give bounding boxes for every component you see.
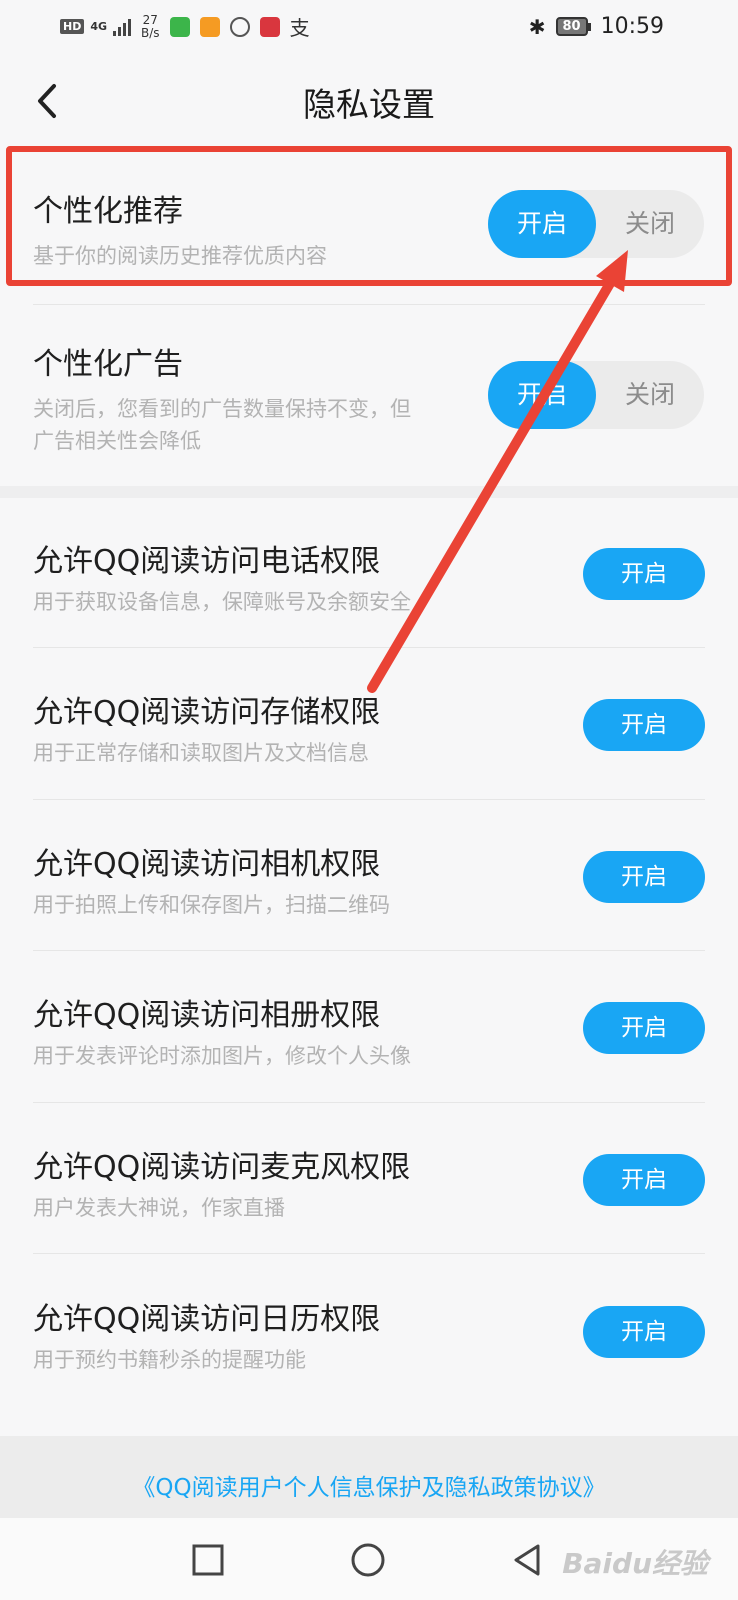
ads-off-option[interactable]: 关闭 <box>596 361 704 429</box>
permission-row-phone: 允许QQ阅读访问电话权限 用于获取设备信息，保障账号及余额安全 开启 <box>0 498 738 648</box>
storage-permission-button[interactable]: 开启 <box>583 699 705 751</box>
setting-description-line: 广告相关性会降低 <box>33 429 201 453</box>
permission-title: 允许QQ阅读访问相机权限 <box>33 847 381 882</box>
home-button[interactable] <box>346 1538 390 1582</box>
divider <box>33 799 705 800</box>
calendar-permission-button[interactable]: 开启 <box>583 1306 705 1358</box>
divider <box>33 1253 705 1254</box>
setting-title: 个性化广告 <box>33 347 183 382</box>
setting-row-personalized-ads: 个性化广告 关闭后，您看到的广告数量保持不变，但 广告相关性会降低 开启 关闭 <box>0 305 738 485</box>
permission-title: 允许QQ阅读访问麦克风权限 <box>33 1150 411 1185</box>
video-app-icon <box>199 16 220 37</box>
status-right: ✱ 80 10:59 <box>529 14 664 39</box>
permission-row-album: 允许QQ阅读访问相册权限 用于发表评论时添加图片，修改个人头像 开启 <box>0 952 738 1102</box>
square-icon <box>192 1544 224 1576</box>
permission-description: 用于预约书籍秒杀的提醒功能 <box>33 1348 306 1372</box>
triangle-back-icon <box>514 1544 540 1576</box>
section-separator <box>0 486 738 498</box>
permission-title: 允许QQ阅读访问相册权限 <box>33 998 381 1033</box>
status-bar: HD 4G 27 B/s 支 ✱ 80 10:59 <box>0 0 738 56</box>
permission-row-camera: 允许QQ阅读访问相机权限 用于拍照上传和保存图片，扫描二维码 开启 <box>0 801 738 951</box>
permission-description: 用于获取设备信息，保障账号及余额安全 <box>33 590 411 614</box>
status-left: HD 4G 27 B/s 支 <box>60 12 310 41</box>
header-bar: 隐私设置 <box>0 62 738 142</box>
clock: 10:59 <box>600 14 664 39</box>
bluetooth-icon: ✱ <box>528 14 546 39</box>
network-type: 4G <box>90 20 108 33</box>
album-permission-button[interactable]: 开启 <box>583 1002 705 1054</box>
back-nav-button[interactable] <box>506 1538 550 1582</box>
hd-badge: HD <box>60 19 85 34</box>
app-notification-icon <box>169 16 190 37</box>
annotation-highlight-box <box>6 146 732 286</box>
ads-on-option[interactable]: 开启 <box>488 361 596 429</box>
permission-title: 允许QQ阅读访问存储权限 <box>33 695 381 730</box>
phone-permission-button[interactable]: 开启 <box>583 548 705 600</box>
battery-icon: 80 <box>555 17 591 36</box>
permission-row-storage: 允许QQ阅读访问存储权限 用于正常存储和读取图片及文档信息 开启 <box>0 649 738 799</box>
signal-icon <box>113 18 132 36</box>
ads-toggle: 开启 关闭 <box>488 361 704 429</box>
permission-row-microphone: 允许QQ阅读访问麦克风权限 用户发表大神说，作家直播 开启 <box>0 1104 738 1254</box>
network-speed: 27 B/s <box>141 12 160 40</box>
battery-level: 80 <box>555 17 588 36</box>
permission-title: 允许QQ阅读访问日历权限 <box>33 1302 381 1337</box>
speed-value: 27 <box>142 12 158 27</box>
permission-description: 用于正常存储和读取图片及文档信息 <box>33 741 369 765</box>
recent-apps-button[interactable] <box>186 1538 230 1582</box>
setting-description-line: 关闭后，您看到的广告数量保持不变，但 <box>33 397 411 421</box>
microphone-permission-button[interactable]: 开启 <box>583 1154 705 1206</box>
system-nav-bar: Baidu经验 <box>0 1518 738 1600</box>
divider <box>33 647 705 648</box>
reader-app-icon <box>259 16 280 37</box>
permission-description: 用于发表评论时添加图片，修改个人头像 <box>33 1044 411 1068</box>
alipay-icon: 支 <box>289 16 310 40</box>
baidu-watermark: Baidu经验 <box>562 1547 708 1580</box>
divider <box>33 1102 705 1103</box>
speed-unit: B/s <box>141 25 160 40</box>
page-title: 隐私设置 <box>303 85 435 124</box>
privacy-policy-link[interactable]: 《QQ阅读用户个人信息保护及隐私政策协议》 <box>0 1468 738 1502</box>
divider <box>33 950 705 951</box>
camera-permission-button[interactable]: 开启 <box>583 851 705 903</box>
circle-icon <box>351 1543 385 1577</box>
footer: 《QQ阅读用户个人信息保护及隐私政策协议》 <box>0 1436 738 1518</box>
circle-app-icon <box>229 16 250 37</box>
permission-title: 允许QQ阅读访问电话权限 <box>33 544 381 579</box>
permission-description: 用于拍照上传和保存图片，扫描二维码 <box>33 893 390 917</box>
permission-description: 用户发表大神说，作家直播 <box>33 1196 285 1220</box>
permission-row-calendar: 允许QQ阅读访问日历权限 用于预约书籍秒杀的提醒功能 开启 <box>0 1256 738 1406</box>
